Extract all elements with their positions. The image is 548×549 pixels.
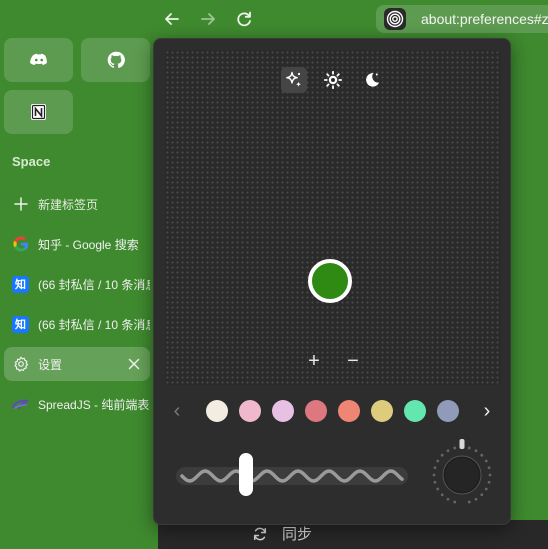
- new-tab-label: 新建标签页: [38, 197, 99, 212]
- notion-icon: [31, 104, 46, 120]
- tab-label: SpreadJS - 纯前端表格控件: [38, 397, 150, 412]
- sun-icon: [323, 70, 343, 90]
- gradient-canvas[interactable]: + −: [165, 50, 501, 385]
- essential-github[interactable]: [81, 38, 150, 82]
- forward-button[interactable]: [197, 8, 219, 30]
- sync-icon: [253, 527, 267, 540]
- spreadjs-icon: [12, 396, 29, 413]
- remove-color-button[interactable]: −: [342, 350, 364, 372]
- grain-knob[interactable]: [430, 437, 494, 507]
- mode-dark-button[interactable]: [359, 67, 385, 93]
- color-swatch[interactable]: [239, 400, 261, 422]
- tab-item[interactable]: 知 (66 封私信 / 10 条消息: [4, 267, 150, 301]
- tab-label: 知乎 - Google 搜索: [38, 237, 139, 252]
- new-tab-button[interactable]: 新建标签页: [4, 187, 150, 221]
- swatches-prev-button[interactable]: ‹: [168, 399, 186, 423]
- essential-notion[interactable]: [4, 90, 73, 134]
- color-swatch[interactable]: [437, 400, 459, 422]
- add-color-button[interactable]: +: [303, 350, 325, 372]
- color-swatch[interactable]: [206, 400, 228, 422]
- google-icon: [12, 236, 29, 253]
- zhihu-icon: 知: [12, 275, 29, 293]
- sidebar: Space 新建标签页 知乎 - Google 搜索 知 (66 封私信 / 1…: [0, 0, 158, 549]
- color-swatch[interactable]: [338, 400, 360, 422]
- moon-icon: [366, 72, 380, 87]
- reload-button[interactable]: [233, 8, 255, 30]
- tab-item[interactable]: SpreadJS - 纯前端表格控件: [4, 387, 150, 421]
- space-label: Space: [12, 154, 51, 169]
- discord-icon: [29, 53, 47, 65]
- color-swatch[interactable]: [404, 400, 426, 422]
- sync-row[interactable]: 同步: [252, 523, 312, 544]
- tab-item-settings[interactable]: 设置: [4, 347, 150, 381]
- theme-picker-panel: + − ‹ ›: [153, 38, 511, 525]
- reload-icon: [237, 11, 251, 27]
- color-swatch[interactable]: [371, 400, 393, 422]
- tab-label: 设置: [38, 357, 63, 372]
- settings-icon: [12, 356, 29, 373]
- color-swatch[interactable]: [305, 400, 327, 422]
- arrow-left-icon: [165, 13, 179, 25]
- sync-label: 同步: [282, 526, 313, 543]
- github-icon: [107, 51, 125, 68]
- plus-icon: [12, 196, 29, 213]
- tab-item[interactable]: 知乎 - Google 搜索: [4, 227, 150, 261]
- mode-light-button[interactable]: [320, 67, 346, 93]
- url-text: about:preferences#zen: [421, 11, 548, 27]
- swatches-next-button[interactable]: ›: [478, 399, 496, 423]
- close-icon: [128, 358, 140, 370]
- color-swatch[interactable]: [272, 400, 294, 422]
- zhihu-icon: 知: [12, 315, 29, 333]
- tab-item[interactable]: 知 (66 封私信 / 10 条消息: [4, 307, 150, 341]
- close-tab-button[interactable]: [128, 354, 140, 375]
- selected-color-handle[interactable]: [308, 259, 352, 303]
- mode-auto-button[interactable]: [281, 67, 307, 93]
- zen-logo-icon: [384, 8, 406, 30]
- essential-discord[interactable]: [4, 38, 73, 82]
- texture-slider-thumb[interactable]: [239, 453, 254, 496]
- tab-label: (66 封私信 / 10 条消息: [38, 317, 150, 332]
- tab-label: (66 封私信 / 10 条消息: [38, 277, 150, 292]
- arrow-right-icon: [201, 13, 215, 25]
- url-bar[interactable]: about:preferences#zen: [376, 5, 548, 33]
- sparkle-icon: [286, 71, 302, 87]
- back-button[interactable]: [161, 8, 183, 30]
- texture-wave-icon: [180, 469, 404, 483]
